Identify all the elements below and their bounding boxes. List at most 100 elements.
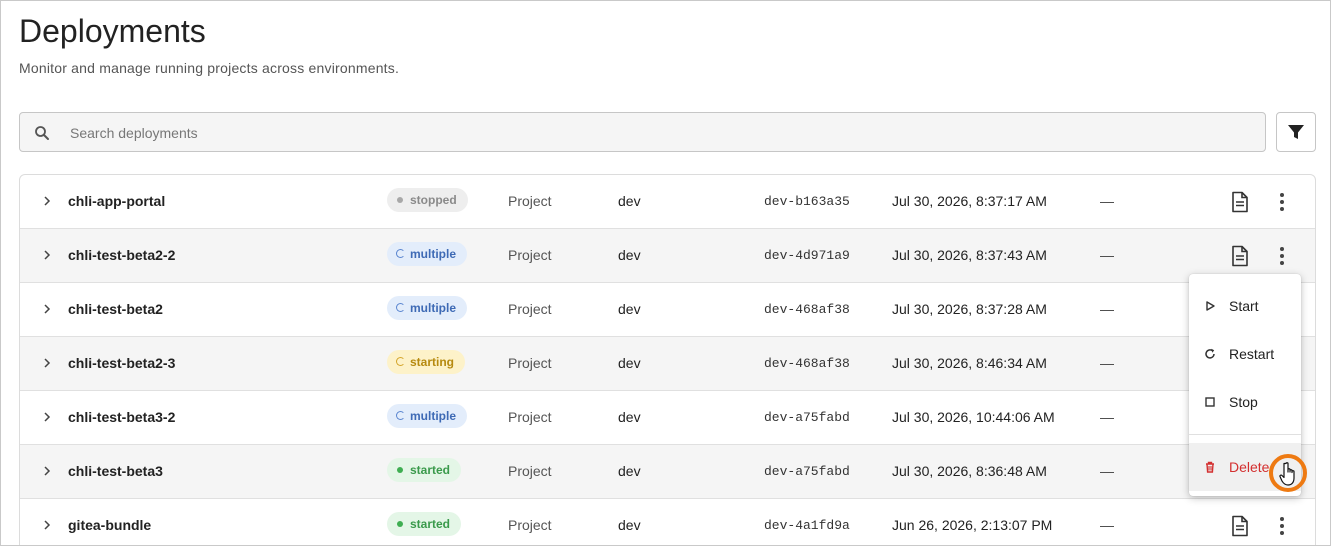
deployment-revision: dev-4d971a9 <box>764 248 850 263</box>
expand-row-button[interactable] <box>42 283 58 336</box>
status-dot-icon <box>397 521 403 527</box>
restart-icon <box>1205 348 1215 359</box>
table-row[interactable]: chli-test-beta3-2 multiple Project dev dev-a… <box>20 391 1315 445</box>
deployment-updated: Jun 26, 2026, 2:13:07 PM <box>892 517 1053 533</box>
deployment-environment: dev <box>618 247 641 263</box>
menu-item-stop[interactable]: Stop <box>1189 378 1301 426</box>
logs-icon[interactable] <box>1230 245 1250 267</box>
stop-icon <box>1205 397 1215 407</box>
deployment-name[interactable]: chli-app-portal <box>68 175 165 228</box>
deployment-extra: — <box>1100 193 1114 209</box>
more-vertical-icon[interactable] <box>1272 191 1292 213</box>
status-label: multiple <box>410 301 457 315</box>
table-row[interactable]: chli-test-beta2-2 multiple Project dev dev-4… <box>20 229 1315 283</box>
deployment-type: Project <box>508 355 552 371</box>
deployment-type: Project <box>508 463 552 479</box>
chevron-right-icon <box>44 412 51 422</box>
deployments-table: chli-app-portal stopped Project dev dev-b163… <box>19 174 1316 545</box>
logs-icon[interactable] <box>1230 191 1250 213</box>
deployment-extra: — <box>1100 355 1114 371</box>
status-dot-icon <box>397 467 403 473</box>
status-label: starting <box>410 355 455 369</box>
page-title: Deployments <box>19 13 206 49</box>
deployment-updated: Jul 30, 2026, 8:37:17 AM <box>892 193 1047 209</box>
deployment-name[interactable]: chli-test-beta2-3 <box>68 337 175 390</box>
deployment-extra: — <box>1100 301 1114 317</box>
chevron-right-icon <box>44 250 51 260</box>
status-dot-icon <box>397 197 403 203</box>
spinner-icon <box>396 411 405 420</box>
status-badge: multiple <box>387 404 468 428</box>
search-icon <box>35 126 49 140</box>
table-row[interactable]: chli-test-beta3 started Project dev dev-a75f… <box>20 445 1315 499</box>
filter-button[interactable] <box>1276 112 1316 152</box>
page-subtitle: Monitor and manage running projects acro… <box>19 60 400 76</box>
more-vertical-icon[interactable] <box>1272 245 1292 267</box>
status-badge: started <box>387 512 462 536</box>
deployment-name[interactable]: chli-test-beta3 <box>68 445 163 498</box>
deployment-type: Project <box>508 517 552 533</box>
deployment-extra: — <box>1100 463 1114 479</box>
table-row[interactable]: chli-test-beta2 multiple Project dev dev-468… <box>20 283 1315 337</box>
play-icon <box>1206 301 1215 311</box>
more-vertical-icon[interactable] <box>1272 515 1292 537</box>
deployment-extra: — <box>1100 409 1114 425</box>
deployment-environment: dev <box>618 193 641 209</box>
table-row[interactable]: gitea-bundle started Project dev dev-4a1fd9a… <box>20 499 1315 545</box>
expand-row-button[interactable] <box>42 175 58 228</box>
status-badge: starting <box>387 350 466 374</box>
deployment-environment: dev <box>618 355 641 371</box>
filter-icon <box>1288 125 1304 139</box>
deployment-environment: dev <box>618 301 641 317</box>
spinner-icon <box>396 249 405 258</box>
deployment-revision: dev-a75fabd <box>764 410 850 425</box>
menu-item-label: Start <box>1229 298 1259 314</box>
deployment-revision: dev-a75fabd <box>764 464 850 479</box>
spinner-icon <box>396 303 405 312</box>
deployment-name[interactable]: chli-test-beta2-2 <box>68 229 175 282</box>
deployment-name[interactable]: chli-test-beta3-2 <box>68 391 175 444</box>
menu-divider <box>1189 434 1301 435</box>
chevron-right-icon <box>44 196 51 206</box>
deployment-updated: Jul 30, 2026, 8:36:48 AM <box>892 463 1047 479</box>
deployment-updated: Jul 30, 2026, 8:46:34 AM <box>892 355 1047 371</box>
deployment-extra: — <box>1100 517 1114 533</box>
status-label: multiple <box>410 247 457 261</box>
trash-icon <box>1206 461 1214 473</box>
menu-item-label: Stop <box>1229 394 1258 410</box>
expand-row-button[interactable] <box>42 391 58 444</box>
deployment-revision: dev-4a1fd9a <box>764 518 850 533</box>
deployment-updated: Jul 30, 2026, 10:44:06 AM <box>892 409 1055 425</box>
deployment-type: Project <box>508 193 552 209</box>
deployment-revision: dev-468af38 <box>764 302 850 317</box>
status-label: multiple <box>410 409 457 423</box>
deployment-updated: Jul 30, 2026, 8:37:28 AM <box>892 301 1047 317</box>
expand-row-button[interactable] <box>42 337 58 390</box>
deployment-environment: dev <box>618 463 641 479</box>
status-badge: stopped <box>387 188 468 212</box>
search-input[interactable]: Search deployments <box>19 112 1266 152</box>
deployment-name[interactable]: gitea-bundle <box>68 499 151 545</box>
status-badge: started <box>387 458 462 482</box>
chevron-right-icon <box>44 466 51 476</box>
deployment-revision: dev-468af38 <box>764 356 850 371</box>
expand-row-button[interactable] <box>42 499 58 545</box>
table-row[interactable]: chli-test-beta2-3 starting Project dev dev-4… <box>20 337 1315 391</box>
hand-cursor-icon <box>1279 462 1295 486</box>
logs-icon[interactable] <box>1230 515 1250 537</box>
table-row[interactable]: chli-app-portal stopped Project dev dev-b163… <box>20 175 1315 229</box>
expand-row-button[interactable] <box>42 229 58 282</box>
status-label: started <box>410 517 451 531</box>
deployment-updated: Jul 30, 2026, 8:37:43 AM <box>892 247 1047 263</box>
deployment-environment: dev <box>618 517 641 533</box>
menu-item-label: Delete <box>1229 459 1270 475</box>
chevron-right-icon <box>44 304 51 314</box>
deployment-type: Project <box>508 247 552 263</box>
menu-item-restart[interactable]: Restart <box>1189 330 1301 378</box>
chevron-right-icon <box>44 520 51 530</box>
menu-item-label: Restart <box>1229 346 1275 362</box>
expand-row-button[interactable] <box>42 445 58 498</box>
deployment-name[interactable]: chli-test-beta2 <box>68 283 163 336</box>
menu-item-start[interactable]: Start <box>1189 282 1301 330</box>
deployment-environment: dev <box>618 409 641 425</box>
